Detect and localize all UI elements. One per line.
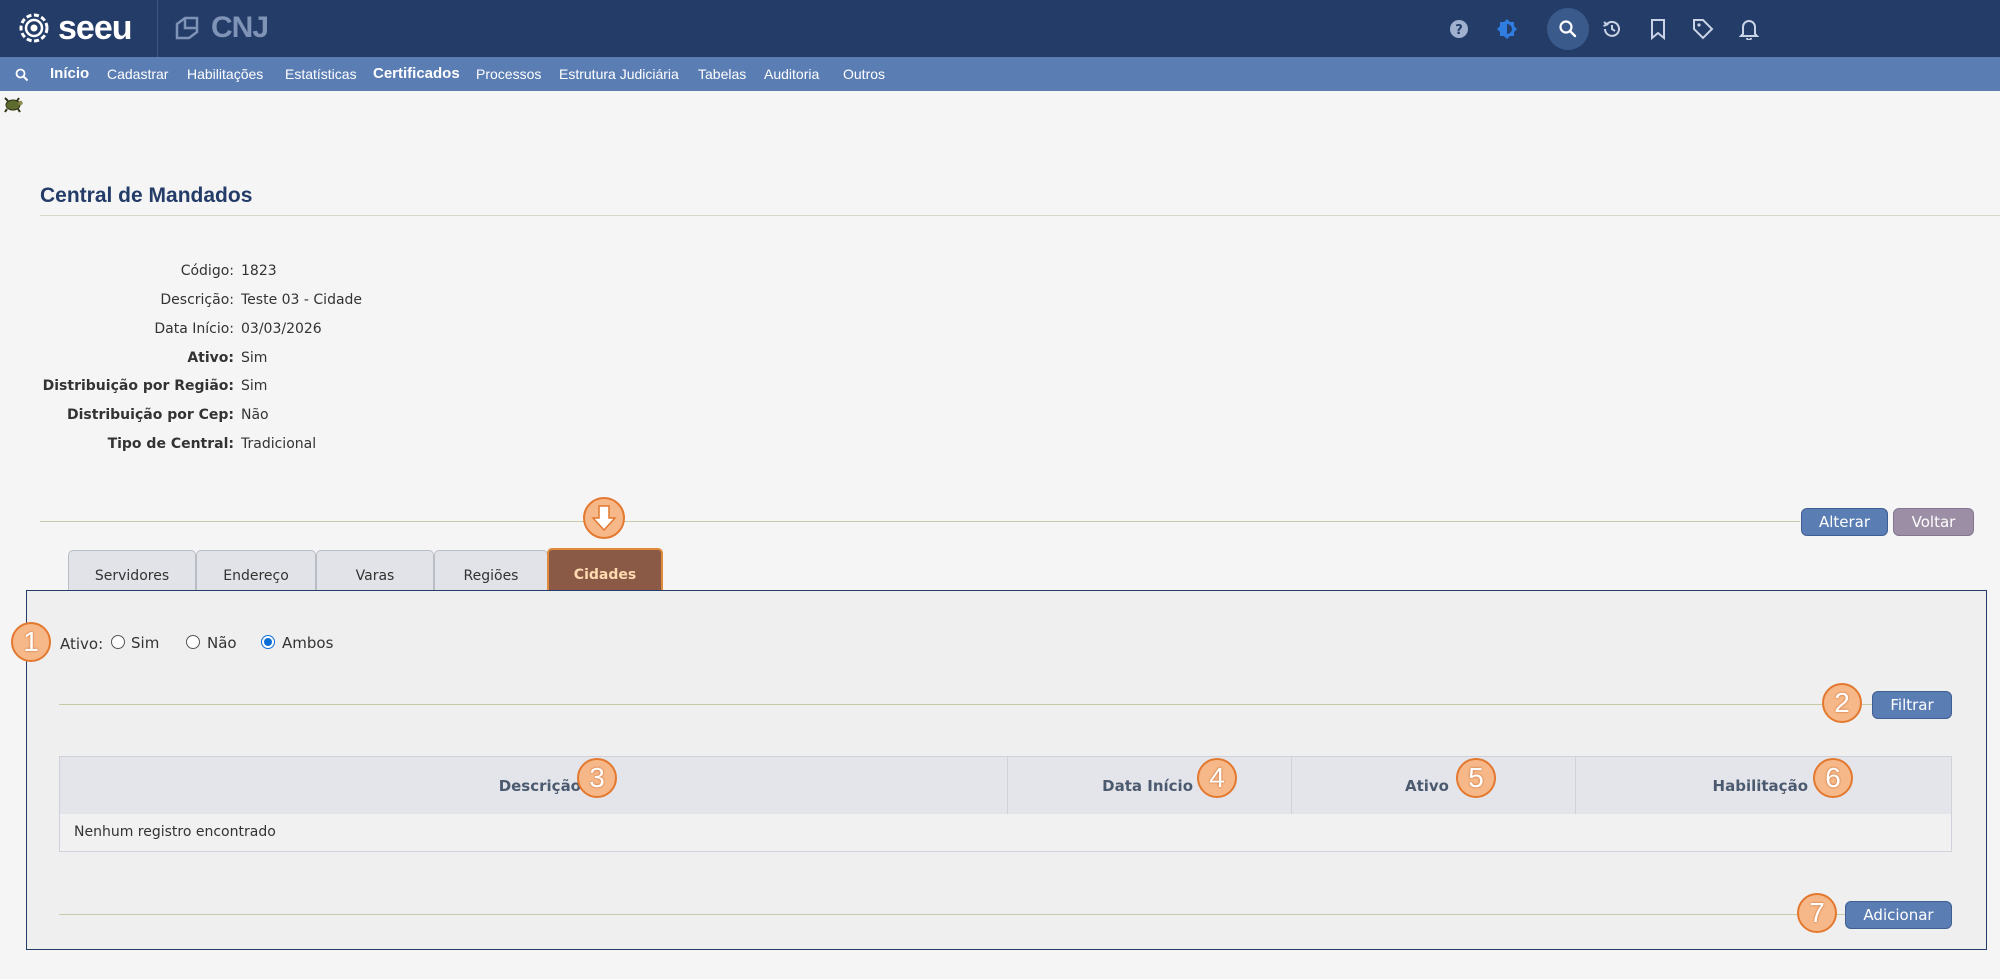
radio-ambos-label[interactable]: Ambos [282, 634, 333, 652]
history-icon[interactable] [1597, 14, 1627, 44]
codigo-value: 1823 [241, 263, 277, 279]
ativo-label: Ativo: [187, 350, 234, 366]
descricao-value: Teste 03 - Cidade [241, 292, 363, 308]
tab-endereco[interactable]: Endereço [196, 550, 316, 591]
col-data-inicio[interactable]: Data Início [1008, 757, 1291, 814]
table-header: Descrição Data Início Ativo Habilitação [59, 756, 1952, 815]
filter-ativo-label: Ativo: [60, 635, 104, 653]
page-title: Central de Mandados [40, 184, 253, 207]
descricao-label: Descrição: [160, 292, 234, 308]
dist-regiao-label: Distribuição por Região: [42, 378, 234, 394]
actions-divider [40, 521, 1800, 522]
tipo-central-value: Tradicional [241, 436, 317, 452]
menu-processos[interactable]: Processos [476, 66, 541, 82]
dist-regiao-value: Sim [241, 378, 268, 394]
table-body: Nenhum registro encontrado [59, 814, 1952, 852]
col-data-inicio-label: Data Início [1102, 776, 1193, 795]
filtrar-button[interactable]: Filtrar [1872, 691, 1952, 719]
col-ativo[interactable]: Ativo [1292, 757, 1575, 814]
dist-cep-label: Distribuição por Cep: [67, 407, 234, 423]
logo-separator [157, 0, 158, 57]
help-icon[interactable]: ? [1444, 14, 1474, 44]
menu-habilitacoes[interactable]: Habilitações [187, 66, 263, 82]
cnj-logo: CNJ [173, 11, 269, 44]
bell-icon[interactable] [1734, 14, 1764, 44]
tab-varas[interactable]: Varas [316, 550, 434, 591]
col-descricao-label: Descrição [498, 776, 581, 795]
down-arrow-icon [583, 497, 625, 539]
col-habilitacao[interactable]: Habilitação [1576, 757, 1953, 814]
codigo-label: Código: [180, 263, 234, 279]
voltar-button[interactable]: Voltar [1893, 508, 1974, 536]
radio-sim[interactable] [111, 635, 125, 649]
tab-regioes[interactable]: Regiões [434, 550, 548, 591]
annotation-badge-6: 6 [1813, 758, 1853, 798]
gear-logo-icon [19, 13, 49, 43]
menu-estrutura-judiciaria[interactable]: Estrutura Judiciária [559, 66, 679, 82]
tag-icon[interactable] [1688, 14, 1718, 44]
col-descricao[interactable]: Descrição [60, 757, 1007, 814]
main-menu: Início Cadastrar Habilitações Estatístic… [0, 57, 2000, 91]
radio-nao[interactable] [186, 635, 200, 649]
turtle-icon[interactable] [2, 94, 24, 118]
annotation-badge-2: 2 [1822, 683, 1862, 723]
menu-certificados[interactable]: Certificados [373, 65, 460, 82]
menu-estatisticas[interactable]: Estatísticas [285, 66, 357, 82]
ativo-value: Sim [241, 350, 268, 366]
annotation-badge-1: 1 [11, 622, 51, 662]
seeu-logo[interactable]: seeu [18, 9, 132, 47]
data-inicio-label: Data Início: [154, 321, 234, 337]
col-habilitacao-label: Habilitação [1712, 776, 1808, 795]
tipo-central-label: Tipo de Central: [107, 436, 234, 452]
menu-inicio[interactable]: Início [50, 65, 89, 82]
dist-cep-value: Não [241, 407, 269, 423]
tab-servidores[interactable]: Servidores [68, 550, 196, 591]
col-ativo-label: Ativo [1404, 776, 1449, 795]
radio-ambos[interactable] [261, 635, 275, 649]
alterar-button[interactable]: Alterar [1801, 508, 1888, 536]
menu-auditoria[interactable]: Auditoria [764, 66, 819, 82]
menu-cadastrar[interactable]: Cadastrar [107, 66, 168, 82]
cnj-emblem-icon [175, 16, 199, 40]
empty-message: Nenhum registro encontrado [74, 824, 276, 840]
logo-text: seeu [58, 8, 132, 47]
menu-outros[interactable]: Outros [843, 66, 885, 82]
filter-divider [59, 704, 1874, 705]
bookmark-icon[interactable] [1643, 14, 1673, 44]
adicionar-button[interactable]: Adicionar [1845, 901, 1952, 929]
top-bar: seeu CNJ ? [0, 0, 2000, 57]
svg-text:?: ? [1455, 23, 1463, 38]
annotation-badge-5: 5 [1456, 758, 1496, 798]
annotation-badge-3: 3 [577, 758, 617, 798]
annotation-badge-7: 7 [1797, 893, 1837, 933]
search-icon[interactable] [1547, 8, 1589, 50]
menu-tabelas[interactable]: Tabelas [698, 66, 746, 82]
bottom-divider [59, 914, 1849, 915]
radio-nao-label[interactable]: Não [207, 634, 237, 652]
cnj-text: CNJ [211, 11, 269, 44]
title-divider [40, 215, 2000, 216]
theme-icon[interactable] [1492, 14, 1522, 44]
annotation-badge-4: 4 [1197, 758, 1237, 798]
tab-cidades[interactable]: Cidades [547, 548, 663, 592]
menu-search-icon[interactable] [15, 67, 29, 86]
radio-sim-label[interactable]: Sim [131, 634, 159, 652]
data-inicio-value: 03/03/2026 [241, 321, 322, 337]
